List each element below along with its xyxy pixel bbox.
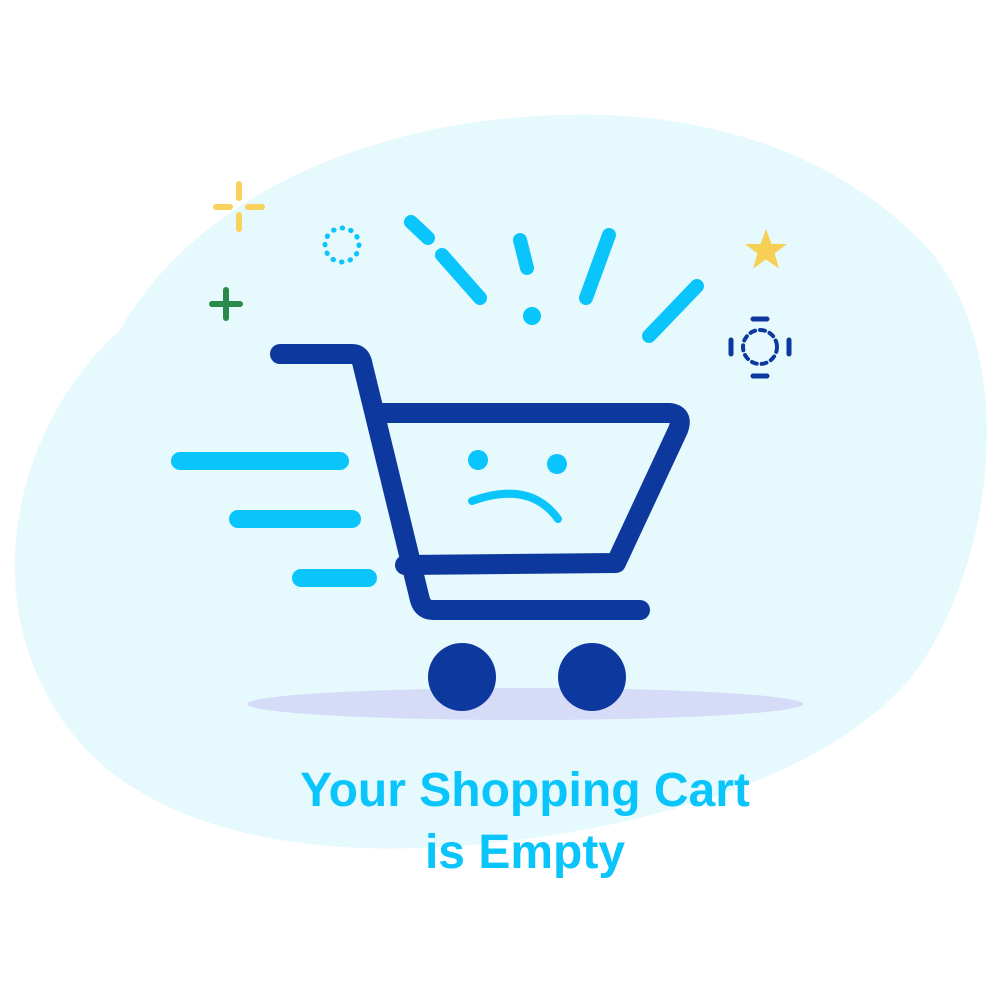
empty-cart-message: Your Shopping Cart is Empty [0,760,1000,884]
cart-wheel-left [428,643,496,711]
cart-wheel-right [558,643,626,711]
empty-cart-title-line1: Your Shopping Cart [300,764,750,817]
background-blob [14,114,987,849]
empty-cart-page: Your Shopping Cart is Empty [0,0,1000,1000]
burst-dot [523,307,541,325]
cart-shadow [247,688,803,720]
empty-cart-title-line2: is Empty [424,826,626,879]
cart-handle [270,344,372,372]
